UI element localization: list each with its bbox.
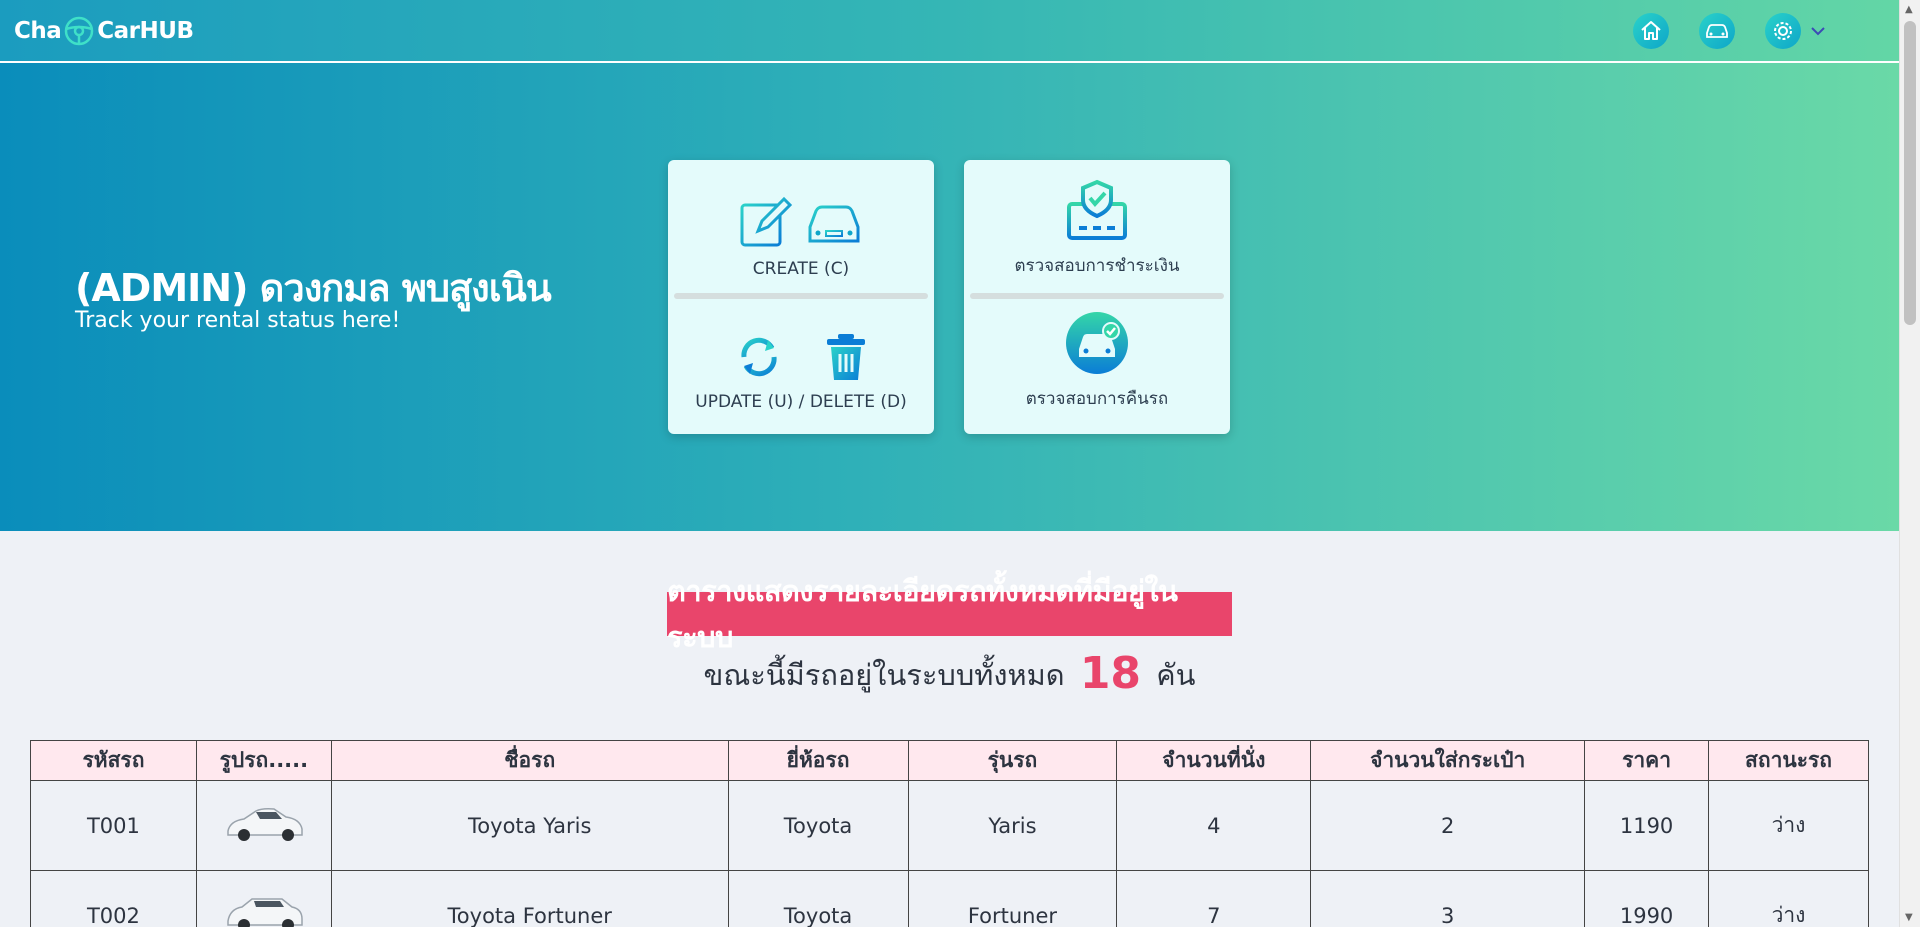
car-model: Fortuner: [907, 870, 1118, 927]
home-icon[interactable]: [1633, 12, 1669, 49]
count-prefix: ขณะนี้มีรถอยู่ในระบบทั้งหมด: [703, 658, 1065, 692]
return-check-button[interactable]: ตรวจสอบการคืนรถ: [964, 297, 1230, 434]
create-car-button[interactable]: CREATE (C): [668, 160, 934, 297]
car-photo: [227, 808, 303, 841]
hero-section: (ADMIN) ดวงกมล พบสูงเนิน Track your rent…: [0, 63, 1899, 531]
hero-subtitle: Track your rental status here!: [75, 308, 401, 333]
chevron-down-icon[interactable]: [1809, 22, 1827, 40]
car-image: [195, 780, 332, 871]
table-header-row: รหัสรถ รูปรถ..... ชื่อรถ ยี่ห้อรถ รุ่นรถ…: [30, 740, 1869, 781]
car-icon: [808, 205, 860, 243]
col-price: ราคา: [1584, 740, 1710, 781]
car-bags: 2: [1310, 780, 1586, 871]
update-delete-button[interactable]: UPDATE (U) / DELETE (D): [668, 297, 934, 434]
car-seats: 4: [1116, 780, 1312, 871]
car-id: T001: [30, 780, 197, 871]
car-model: Yaris: [907, 780, 1118, 871]
brand-text-right: CarHUB: [97, 17, 194, 44]
car-photo: [227, 898, 303, 927]
car-return-check-icon: [1066, 312, 1128, 374]
col-bags: จำนวนใส่กระเป๋า: [1310, 740, 1586, 781]
car-management-card: CREATE (C) UPDATE (U) / DELETE (D): [668, 160, 934, 434]
trash-icon: [827, 334, 865, 380]
cars-table: รหัสรถ รูปรถ..... ชื่อรถ ยี่ห้อรถ รุ่นรถ…: [30, 740, 1869, 927]
car-brand: Toyota: [727, 870, 909, 927]
refresh-icon: [741, 337, 777, 377]
return-check-label: ตรวจสอบการคืนรถ: [1025, 389, 1169, 409]
car-image: [195, 870, 332, 927]
scroll-down-arrow-icon[interactable]: ▼: [1905, 912, 1913, 923]
edit-icon: [740, 196, 792, 247]
settings-icon[interactable]: [1765, 12, 1801, 49]
create-label: CREATE (C): [752, 259, 850, 279]
update-delete-label: UPDATE (U) / DELETE (D): [695, 392, 907, 412]
top-navbar: Cha CarHUB: [0, 0, 1899, 63]
table-heading: ตารางแสดงรายละเอียดรถทั้งหมดที่มีอยู่ในร…: [667, 574, 1232, 654]
page-scrollbar[interactable]: ▲ ▼: [1899, 0, 1920, 927]
car-icon[interactable]: [1699, 12, 1735, 49]
car-name: Toyota Fortuner: [330, 870, 729, 927]
count-suffix: คัน: [1156, 658, 1196, 692]
car-name: Toyota Yaris: [330, 780, 729, 871]
col-car-model: รุ่นรถ: [907, 740, 1118, 781]
col-car-image: รูปรถ.....: [195, 740, 332, 781]
car-brand: Toyota: [727, 780, 909, 871]
car-seats: 7: [1116, 870, 1312, 927]
steering-wheel-icon: [65, 16, 94, 45]
payment-shield-icon: [1067, 179, 1127, 240]
col-car-name: ชื่อรถ: [330, 740, 729, 781]
car-bags: 3: [1310, 870, 1586, 927]
scroll-up-arrow-icon[interactable]: ▲: [1905, 4, 1913, 15]
table-row[interactable]: T001 Toyota Yaris Toyota Yaris 4 2 1190 …: [30, 780, 1869, 871]
col-seats: จำนวนที่นั่ง: [1116, 740, 1312, 781]
scrollbar-thumb[interactable]: [1904, 21, 1916, 325]
table-row[interactable]: T002 Toyota Fortuner Toyota Fortuner 7 3…: [30, 870, 1869, 927]
verification-card: ตรวจสอบการชำระเงิน ตรวจสอบการคืนรถ: [964, 160, 1230, 434]
car-price: 1990: [1584, 870, 1710, 927]
brand-logo[interactable]: Cha CarHUB: [14, 15, 194, 47]
car-count: 18: [1079, 648, 1142, 699]
payment-check-label: ตรวจสอบการชำระเงิน: [1014, 256, 1180, 276]
col-car-id: รหัสรถ: [30, 740, 197, 781]
car-id: T002: [30, 870, 197, 927]
car-status: ว่าง: [1708, 780, 1869, 871]
car-status: ว่าง: [1708, 870, 1869, 927]
col-status: สถานะรถ: [1708, 740, 1869, 781]
car-price: 1190: [1584, 780, 1710, 871]
brand-text-left: Cha: [14, 17, 62, 44]
col-car-brand: ยี่ห้อรถ: [727, 740, 909, 781]
car-count-line: ขณะนี้มีรถอยู่ในระบบทั้งหมด 18 คัน: [0, 648, 1899, 699]
payment-check-button[interactable]: ตรวจสอบการชำระเงิน: [964, 160, 1230, 297]
